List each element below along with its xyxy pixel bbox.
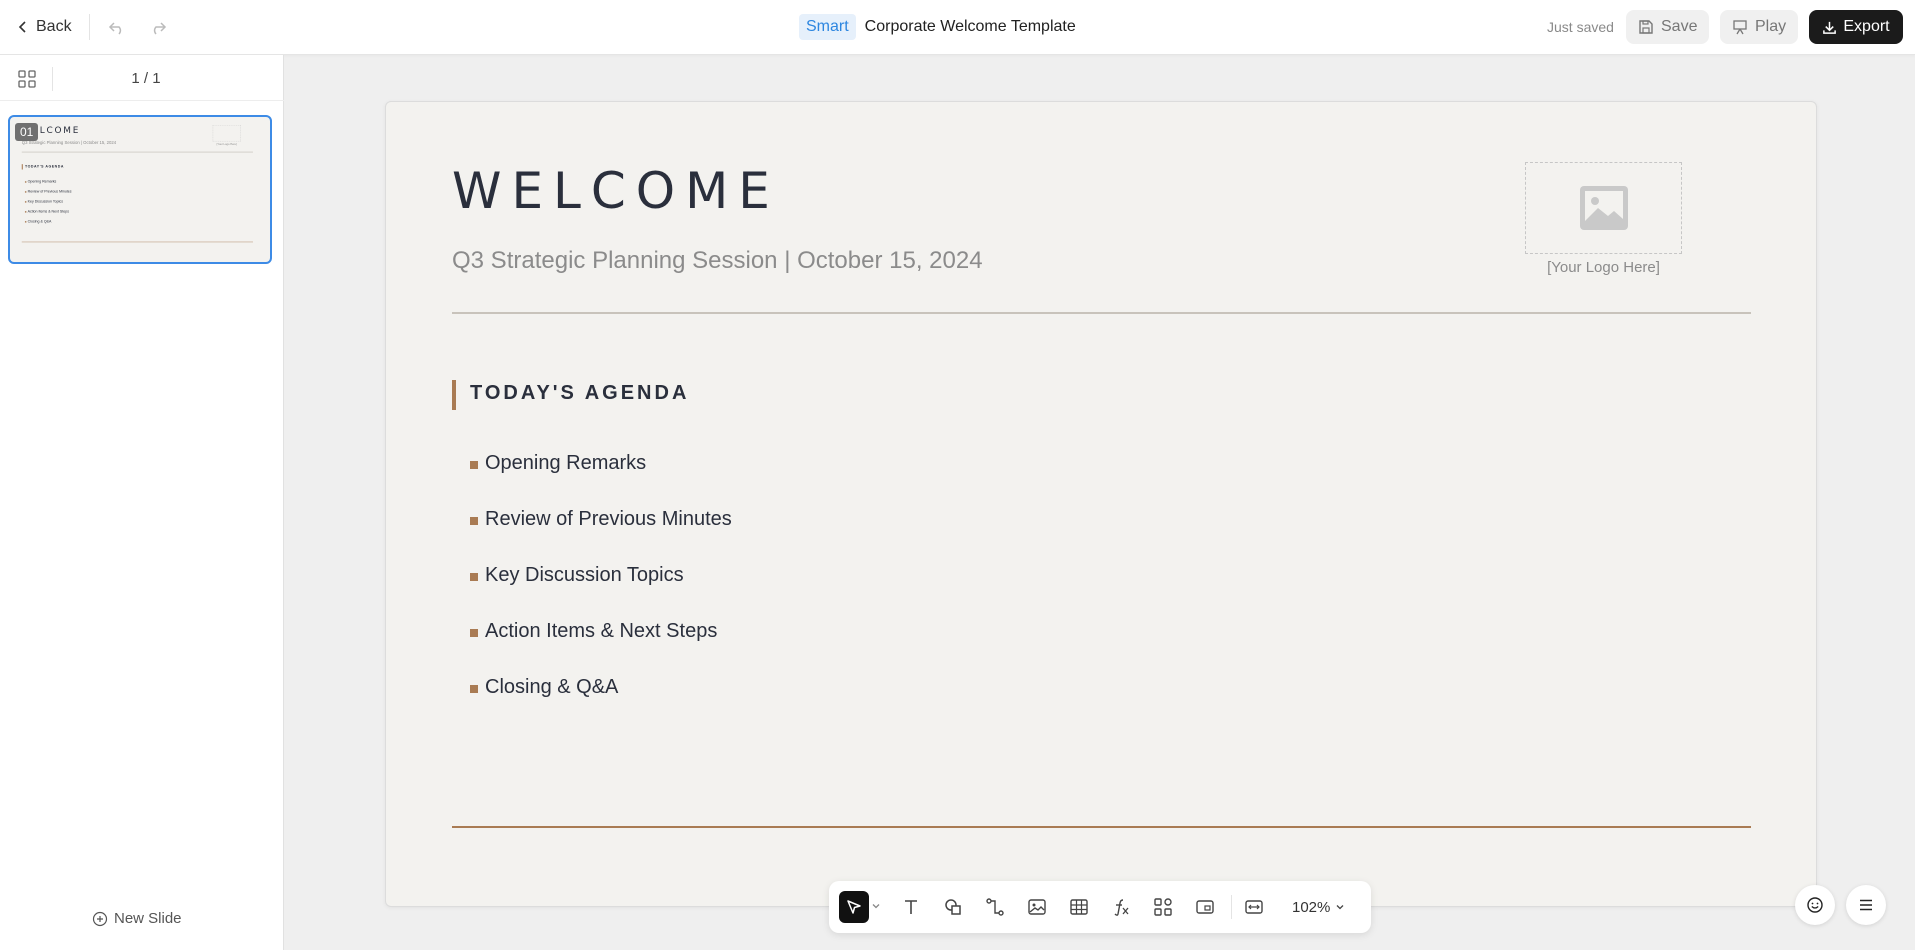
zoom-dropdown[interactable]: 102% — [1292, 895, 1345, 919]
agenda-item: Key Discussion Topics — [470, 564, 732, 620]
fit-tool[interactable] — [1241, 894, 1267, 920]
feedback-button[interactable] — [1795, 885, 1835, 925]
thumb-agenda-title: TODAY'S AGENDA — [24, 164, 65, 169]
smart-badge[interactable]: Smart — [799, 14, 856, 40]
insert-toolbar: 102% — [829, 881, 1371, 933]
bullet-square-icon — [470, 517, 478, 525]
divider — [52, 67, 53, 91]
image-icon — [1579, 186, 1628, 230]
export-button[interactable]: Export — [1809, 10, 1903, 44]
slide-heading[interactable]: WELCOME — [452, 162, 780, 220]
top-bar: Back Smart Corporate Welcome Template Ju… — [0, 0, 1915, 55]
agenda-item: Review of Previous Minutes — [470, 508, 732, 564]
hamburger-menu-icon — [1860, 899, 1872, 911]
select-tool[interactable] — [839, 891, 869, 923]
slide-sidebar: 1 / 1 01 WELCOME Q3 Strategic Planning S… — [0, 55, 284, 950]
play-label: Play — [1755, 18, 1787, 35]
thumb-subtitle: Q3 Strategic Planning Session | October … — [21, 140, 117, 145]
sidebar-header: 1 / 1 — [0, 55, 284, 101]
plus-circle-icon — [92, 911, 108, 926]
logo-placeholder-label: [Your Logo Here] — [1547, 259, 1660, 276]
zoom-level: 102% — [1292, 898, 1331, 916]
image-tool[interactable] — [1024, 894, 1050, 920]
back-button[interactable]: Back — [16, 14, 72, 40]
menu-button[interactable] — [1846, 885, 1886, 925]
logo-placeholder[interactable] — [1525, 162, 1682, 254]
download-icon — [1823, 21, 1837, 34]
redo-button[interactable] — [145, 14, 171, 40]
bullet-square-icon — [470, 573, 478, 581]
thumb-rule — [21, 151, 253, 153]
image-icon — [1028, 899, 1046, 915]
divider-line — [452, 312, 1751, 314]
slide-canvas[interactable]: WELCOME Q3 Strategic Planning Session | … — [385, 101, 1817, 907]
divider — [1231, 895, 1232, 919]
smiley-icon — [1807, 897, 1823, 913]
page-count: 1 / 1 — [131, 70, 161, 87]
thumb-rule-bottom — [21, 241, 253, 243]
thumb-agenda-item: Review of Previous Minutes — [24, 187, 72, 197]
components-icon — [1154, 898, 1172, 916]
chevron-down-icon[interactable] — [871, 901, 881, 911]
table-tool[interactable] — [1066, 894, 1092, 920]
components-tool[interactable] — [1150, 894, 1176, 920]
bullet-square-icon — [470, 629, 478, 637]
agenda-accent-bar — [452, 380, 456, 410]
text-icon — [905, 900, 917, 914]
undo-button[interactable] — [104, 14, 130, 40]
slide-number: 01 — [15, 123, 39, 141]
connector-tool[interactable] — [982, 894, 1008, 920]
thumb-logo-box — [212, 125, 241, 142]
fit-width-icon — [1245, 900, 1263, 914]
undo-icon — [108, 22, 122, 35]
bullet-square-icon — [470, 685, 478, 693]
save-label: Save — [1661, 18, 1698, 35]
chevron-down-icon — [1336, 905, 1344, 910]
thumb-logo-label: [Your Logo Here] — [216, 142, 237, 146]
slide-subtitle[interactable]: Q3 Strategic Planning Session | October … — [452, 247, 983, 275]
table-icon — [1070, 899, 1088, 915]
function-icon — [1114, 899, 1129, 916]
thumb-agenda-list: Opening Remarks Review of Previous Minut… — [24, 177, 72, 227]
save-icon — [1639, 20, 1653, 34]
new-slide-label: New Slide — [114, 910, 182, 927]
text-tool[interactable] — [898, 894, 924, 920]
back-label: Back — [36, 18, 72, 35]
agenda-list[interactable]: Opening Remarks Review of Previous Minut… — [470, 452, 732, 732]
presentation-icon — [1733, 20, 1747, 35]
pointer-icon — [847, 900, 861, 914]
thumbnail-preview: WELCOME Q3 Strategic Planning Session | … — [10, 117, 270, 261]
bullet-square-icon — [470, 461, 478, 469]
document-title-area: Smart Corporate Welcome Template — [799, 13, 1076, 41]
footer-accent-line — [452, 826, 1751, 828]
save-status: Just saved — [1547, 19, 1614, 35]
thumb-agenda-item: Action Items & Next Steps — [24, 207, 72, 217]
slide-thumbnail[interactable]: 01 WELCOME Q3 Strategic Planning Session… — [8, 115, 272, 264]
thumb-agenda-item: Closing & Q&A — [24, 217, 72, 227]
media-tool[interactable] — [1192, 894, 1218, 920]
formula-tool[interactable] — [1108, 894, 1134, 920]
agenda-title[interactable]: TODAY'S AGENDA — [470, 382, 689, 405]
shapes-icon — [945, 899, 961, 915]
chevron-left-icon — [18, 21, 26, 33]
thumb-agenda-item: Opening Remarks — [24, 177, 72, 187]
agenda-item: Action Items & Next Steps — [470, 620, 732, 676]
agenda-item: Opening Remarks — [470, 452, 732, 508]
export-label: Export — [1843, 18, 1890, 35]
save-button[interactable]: Save — [1626, 10, 1710, 44]
new-slide-button[interactable]: New Slide — [92, 910, 182, 927]
connector-icon — [986, 898, 1004, 916]
shape-tool[interactable] — [940, 894, 966, 920]
redo-icon — [153, 22, 167, 35]
grid-view-button[interactable] — [17, 69, 37, 89]
play-button[interactable]: Play — [1720, 10, 1799, 44]
document-title[interactable]: Corporate Welcome Template — [865, 18, 1076, 36]
agenda-item: Closing & Q&A — [470, 676, 732, 732]
media-icon — [1196, 900, 1214, 914]
thumb-agenda-bar — [21, 164, 23, 170]
divider — [89, 14, 90, 40]
grid-icon — [18, 70, 36, 88]
thumb-agenda-item: Key Discussion Topics — [24, 197, 72, 207]
